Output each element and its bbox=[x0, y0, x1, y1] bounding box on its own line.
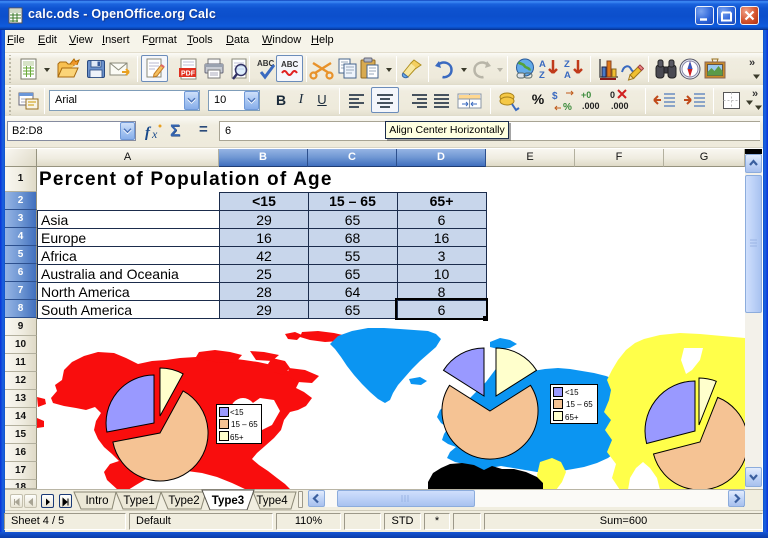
svg-text:Intro: Intro bbox=[85, 495, 108, 507]
svg-text:x: x bbox=[151, 127, 158, 141]
svg-text:.000: .000 bbox=[611, 101, 629, 111]
svg-text:PDF: PDF bbox=[181, 71, 196, 78]
svg-text:Type3: Type3 bbox=[212, 495, 244, 507]
svg-text:Z: Z bbox=[539, 70, 545, 81]
svg-text:65+: 65+ bbox=[230, 433, 244, 442]
svg-text:<15: <15 bbox=[230, 408, 244, 417]
svg-text:Z: Z bbox=[564, 59, 570, 70]
svg-text:Type2: Type2 bbox=[168, 495, 199, 507]
svg-text:A: A bbox=[564, 70, 571, 81]
svg-text:ABC: ABC bbox=[281, 60, 299, 69]
svg-text:$: $ bbox=[552, 91, 558, 102]
svg-text:15 – 65: 15 – 65 bbox=[231, 420, 258, 429]
svg-text:f: f bbox=[145, 125, 152, 141]
svg-text:+0: +0 bbox=[581, 90, 591, 100]
svg-text:65+: 65+ bbox=[565, 413, 579, 422]
svg-text:.000: .000 bbox=[582, 101, 600, 111]
svg-text:Type1: Type1 bbox=[123, 495, 154, 507]
svg-text:0: 0 bbox=[610, 90, 615, 100]
svg-text:%: % bbox=[563, 102, 572, 113]
svg-text:Type4: Type4 bbox=[256, 495, 288, 507]
svg-text:A: A bbox=[539, 59, 546, 70]
svg-text:<15: <15 bbox=[565, 388, 579, 397]
svg-text:15 – 65: 15 – 65 bbox=[566, 400, 593, 409]
